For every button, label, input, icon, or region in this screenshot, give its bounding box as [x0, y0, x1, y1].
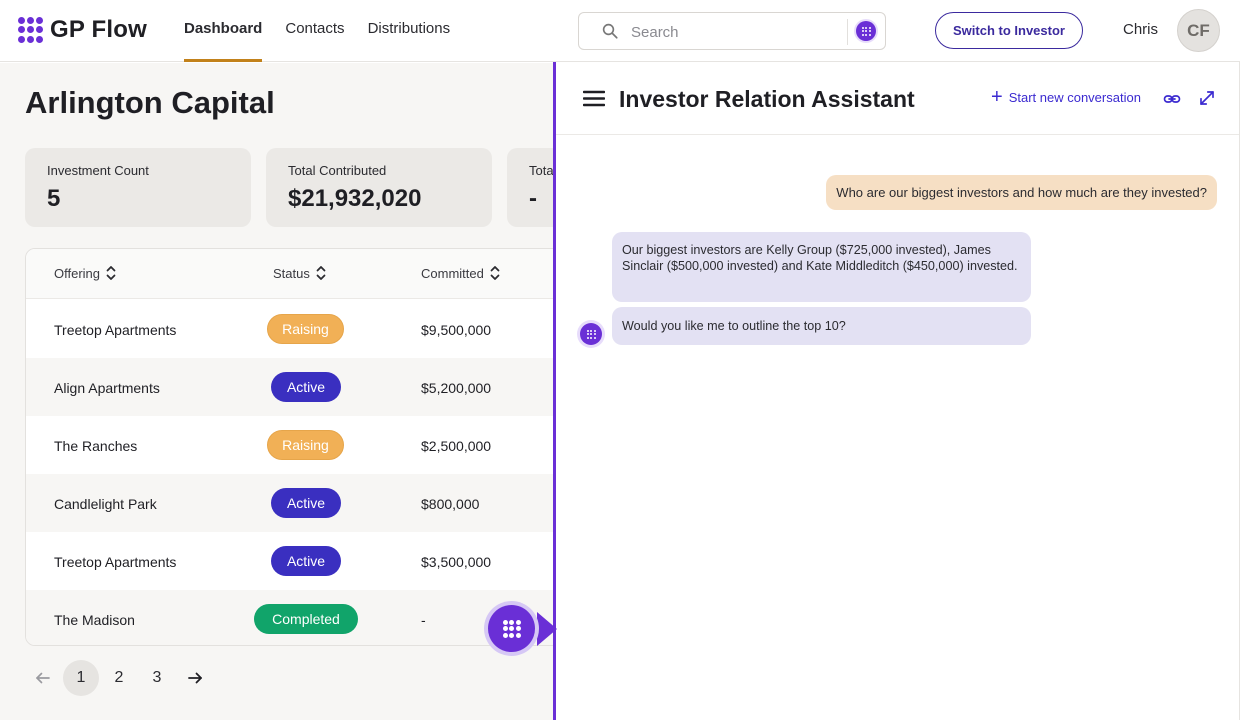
- stat-card-value: -: [529, 185, 537, 212]
- assistant-panel: Investor Relation Assistant + Start new …: [553, 62, 1240, 720]
- status-badge: Active: [271, 372, 341, 402]
- stat-card-label: Tota: [529, 163, 554, 178]
- assistant-avatar-icon: [580, 323, 602, 345]
- sort-icon: [106, 266, 116, 280]
- stat-card-third: Tota -: [507, 148, 556, 227]
- top-navigation-bar: GP Flow Dashboard Contacts Distributions…: [0, 0, 1240, 62]
- column-header-label: Committed: [421, 265, 484, 281]
- page-title: Arlington Capital: [25, 85, 275, 120]
- table-row[interactable]: Candlelight Park Active $800,000: [26, 474, 556, 532]
- committed-amount: $2,500,000: [421, 438, 492, 454]
- previous-page-button[interactable]: [25, 660, 61, 696]
- offering-name: The Madison: [54, 612, 135, 628]
- committed-amount: $3,500,000: [421, 554, 492, 570]
- column-header-label: Offering: [54, 265, 101, 281]
- table-row[interactable]: The Ranches Raising $2,500,000: [26, 416, 556, 474]
- offering-name: Treetop Apartments: [54, 554, 177, 570]
- menu-icon[interactable]: [583, 90, 605, 107]
- column-header-committed[interactable]: Committed: [421, 265, 500, 281]
- nav-item-contacts[interactable]: Contacts: [285, 0, 344, 62]
- app-name: GP Flow: [50, 16, 147, 43]
- logo-dots-icon: [18, 17, 44, 43]
- column-header-status[interactable]: Status: [273, 265, 326, 281]
- table-header: Offering Status Committed: [26, 249, 556, 299]
- stat-card-value: $21,932,020: [288, 185, 422, 212]
- arrow-left-icon: [36, 672, 50, 684]
- main-nav: Dashboard Contacts Distributions: [184, 0, 450, 62]
- link-icon[interactable]: [1163, 90, 1181, 108]
- user-name[interactable]: Chris: [1123, 21, 1158, 38]
- assistant-dots-icon: [502, 619, 521, 638]
- status-badge: Active: [271, 546, 341, 576]
- offering-name: Treetop Apartments: [54, 322, 177, 338]
- stat-card-label: Investment Count: [47, 163, 149, 178]
- assistant-message: Our biggest investors are Kelly Group ($…: [612, 232, 1031, 302]
- next-page-button[interactable]: [177, 660, 213, 696]
- app-logo[interactable]: GP Flow: [18, 16, 147, 44]
- assistant-header: Investor Relation Assistant + Start new …: [556, 62, 1239, 135]
- assistant-pointer: [537, 612, 557, 646]
- offering-name: Candlelight Park: [54, 496, 157, 512]
- assistant-title: Investor Relation Assistant: [619, 86, 915, 112]
- status-badge: Active: [271, 488, 341, 518]
- dashboard-area: Arlington Capital Investment Count 5 Tot…: [0, 63, 556, 720]
- plus-icon: +: [991, 86, 1003, 108]
- page-button-1[interactable]: 1: [63, 660, 99, 696]
- arrow-right-icon: [188, 672, 202, 684]
- nav-item-dashboard[interactable]: Dashboard: [184, 0, 263, 62]
- committed-amount: -: [421, 612, 426, 628]
- search-box[interactable]: [578, 12, 886, 50]
- status-badge: Completed: [254, 604, 358, 634]
- sort-icon: [490, 266, 500, 280]
- switch-to-investor-button[interactable]: Switch to Investor: [935, 12, 1083, 49]
- user-message: Who are our biggest investors and how mu…: [826, 175, 1217, 210]
- stat-card-total-contributed: Total Contributed $21,932,020: [266, 148, 492, 227]
- committed-amount: $5,200,000: [421, 380, 492, 396]
- page-button-2[interactable]: 2: [101, 660, 137, 696]
- committed-amount: $800,000: [421, 496, 480, 512]
- expand-icon[interactable]: [1198, 89, 1216, 107]
- start-new-conversation-button[interactable]: + Start new conversation: [991, 86, 1141, 108]
- offering-name: The Ranches: [54, 438, 138, 454]
- committed-amount: $9,500,000: [421, 322, 492, 338]
- offerings-table: Offering Status Committed Treetop Apartm…: [25, 248, 556, 646]
- start-new-conversation-label: Start new conversation: [1008, 89, 1141, 105]
- ai-search-icon[interactable]: [856, 21, 876, 41]
- search-divider: [847, 19, 848, 45]
- column-header-label: Status: [273, 265, 310, 281]
- stat-card-label: Total Contributed: [288, 163, 387, 178]
- status-badge: Raising: [267, 430, 344, 460]
- assistant-message: Would you like me to outline the top 10?: [612, 307, 1031, 345]
- pagination: 1 2 3: [25, 660, 215, 696]
- stat-card-investment-count: Investment Count 5: [25, 148, 251, 227]
- table-row[interactable]: Treetop Apartments Raising $9,500,000: [26, 300, 556, 358]
- search-input[interactable]: [631, 21, 841, 43]
- search-icon: [602, 23, 618, 39]
- assistant-launcher-button[interactable]: [488, 605, 535, 652]
- table-row[interactable]: Treetop Apartments Active $3,500,000: [26, 532, 556, 590]
- column-header-offering[interactable]: Offering: [54, 265, 116, 281]
- avatar[interactable]: CF: [1177, 9, 1220, 52]
- status-badge: Raising: [267, 314, 344, 344]
- stat-card-value: 5: [47, 185, 61, 212]
- nav-item-distributions[interactable]: Distributions: [368, 0, 451, 62]
- page-button-3[interactable]: 3: [139, 660, 175, 696]
- table-row[interactable]: Align Apartments Active $5,200,000: [26, 358, 556, 416]
- sort-icon: [316, 266, 326, 280]
- offering-name: Align Apartments: [54, 380, 160, 396]
- table-row[interactable]: The Madison Completed -: [26, 590, 556, 645]
